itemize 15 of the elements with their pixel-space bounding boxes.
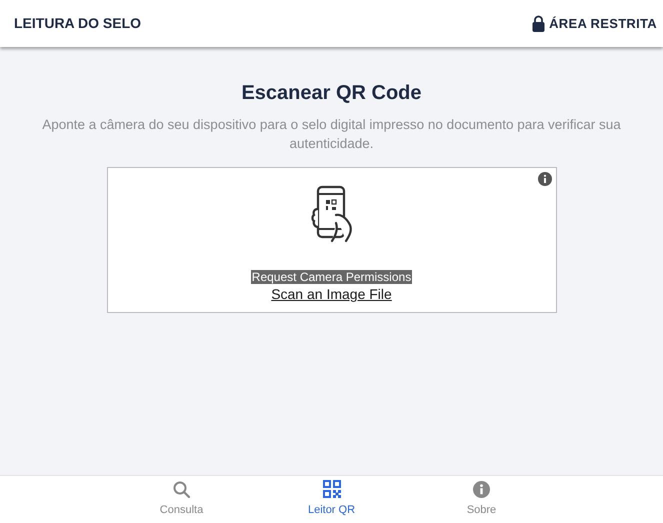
scan-image-file-link[interactable]: Scan an Image File [271,284,392,305]
description: Aponte a câmera do seu dispositivo para o selo digital impresso no documento para verificar sua autenticidade. [41,116,622,153]
lock-icon [532,15,546,32]
header-title: LEITURA DO SELO [14,14,142,33]
nav-tab[interactable]: Consulta [106,480,256,520]
restricted-area-link[interactable]: ÁREA RESTRITA [532,14,657,34]
page-title: Escanear QR Code [241,81,422,105]
info-icon [473,480,490,498]
nav-tab[interactable]: Sobre [406,480,556,520]
request-camera-permissions-button[interactable]: Request Camera Permissions [250,270,412,284]
phone-hand-icon [310,185,354,243]
info-icon[interactable] [538,172,552,186]
search-icon [173,480,190,498]
qr-code-icon [322,480,340,498]
nav-tab[interactable]: Leitor QR [256,479,406,520]
